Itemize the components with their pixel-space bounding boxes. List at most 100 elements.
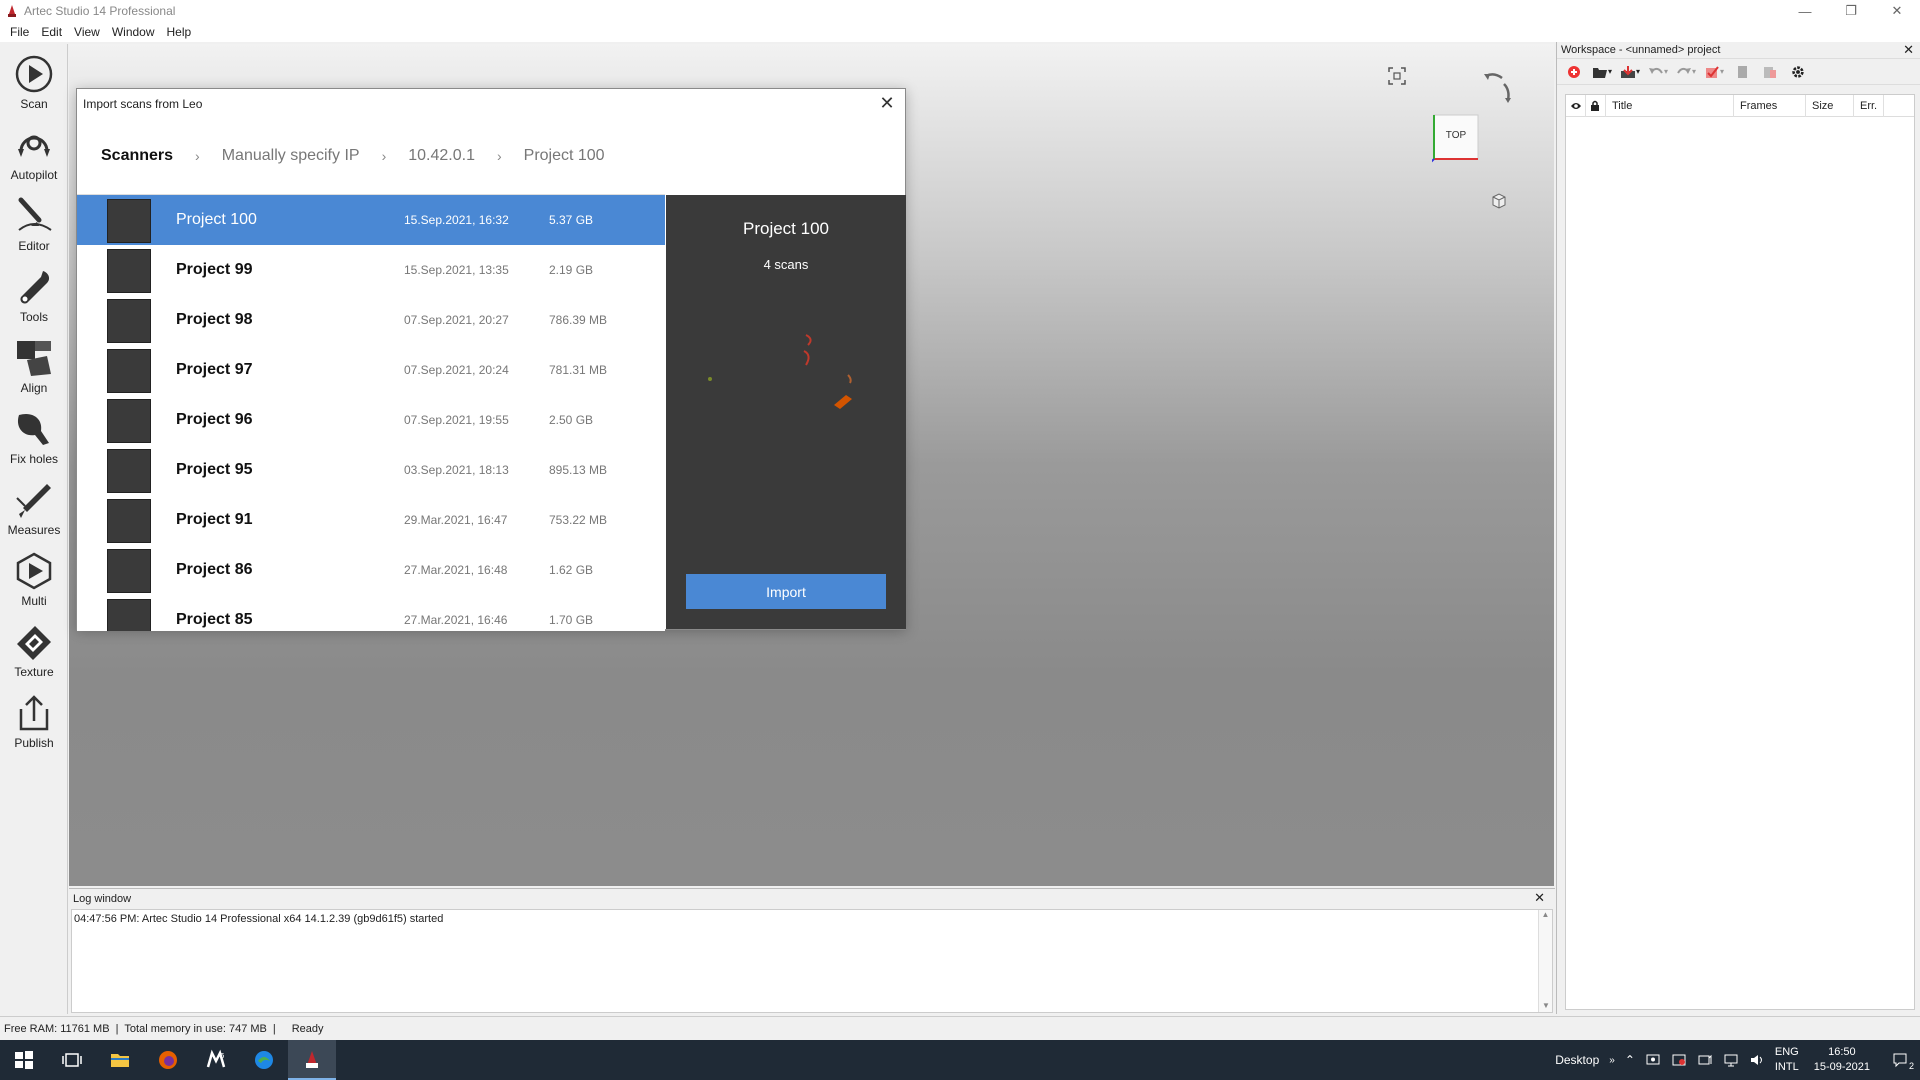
task-view-button[interactable] — [48, 1040, 96, 1080]
ready-status: Ready — [291, 1022, 324, 1035]
tool-texture[interactable]: Texture — [0, 612, 68, 683]
close-window-button[interactable]: ✕ — [1874, 0, 1920, 22]
artec-studio-icon — [306, 1051, 318, 1068]
select-button[interactable]: ▾ — [1703, 63, 1725, 81]
redo-button[interactable]: ▾ — [1675, 63, 1697, 81]
menu-file[interactable]: File — [4, 25, 35, 39]
import-scans-dialog: Import scans from Leo ✕ Scanners › Manua… — [76, 88, 906, 631]
breadcrumb-project[interactable]: Project 100 — [524, 147, 605, 165]
import-button[interactable]: ▾ — [1619, 63, 1641, 81]
scroll-up-icon[interactable]: ▲ — [1539, 910, 1552, 919]
error-column[interactable]: Err. — [1854, 94, 1884, 117]
tool-scan[interactable]: Scan — [0, 44, 68, 115]
autopilot-icon — [18, 135, 50, 157]
open-project-button[interactable]: ▾ — [1591, 63, 1613, 81]
project-row[interactable]: Project 98 07.Sep.2021, 20:27 786.39 MB — [77, 295, 665, 345]
tool-publish[interactable]: Publish — [0, 683, 68, 754]
log-content[interactable]: 04:47:56 PM: Artec Studio 14 Professiona… — [71, 909, 1553, 1013]
show-hidden-icons-icon[interactable]: ⌃ — [1620, 1053, 1640, 1067]
project-row[interactable]: Project 97 07.Sep.2021, 20:24 781.31 MB — [77, 345, 665, 395]
tool-fix-holes[interactable]: Fix holes — [0, 399, 68, 470]
fit-view-icon[interactable] — [1388, 67, 1406, 85]
import-button[interactable]: Import — [686, 574, 886, 609]
visibility-column[interactable] — [1566, 94, 1586, 117]
project-row-selected[interactable]: Project 100 15.Sep.2021, 16:32 5.37 GB — [77, 195, 665, 245]
view-cube[interactable]: TOP — [1429, 113, 1482, 164]
action-center-button[interactable]: 2 — [1880, 1052, 1920, 1071]
tray-app-icon-3[interactable] — [1692, 1052, 1718, 1068]
perspective-cube-icon[interactable] — [1489, 191, 1509, 211]
app-button-6[interactable]: 6 — [192, 1040, 240, 1080]
dialog-close-button[interactable]: ✕ — [877, 93, 897, 113]
scroll-down-icon[interactable]: ▼ — [1539, 1001, 1553, 1010]
volume-tray-button[interactable] — [1744, 1052, 1770, 1068]
project-date: 15.Sep.2021, 13:35 — [404, 263, 509, 277]
redo-icon — [1677, 67, 1691, 74]
breadcrumb-ip-address[interactable]: 10.42.0.1 — [408, 147, 475, 165]
menu-edit[interactable]: Edit — [35, 25, 68, 39]
project-date: 03.Sep.2021, 18:13 — [404, 463, 509, 477]
free-ram-status: Free RAM: 11761 MB — [4, 1022, 110, 1035]
project-row[interactable]: Project 96 07.Sep.2021, 19:55 2.50 GB — [77, 395, 665, 445]
preview-title: Project 100 — [743, 219, 829, 238]
app-6-icon: 6 — [206, 1049, 226, 1068]
project-size: 1.70 GB — [549, 613, 594, 627]
menu-view[interactable]: View — [68, 25, 106, 39]
project-date: 29.Mar.2021, 16:47 — [404, 513, 508, 527]
rotate-view-icon[interactable] — [1482, 70, 1516, 104]
monitor-tray-icon — [1646, 1054, 1660, 1065]
copy-button[interactable] — [1731, 63, 1753, 81]
file-explorer-button[interactable] — [96, 1040, 144, 1080]
log-scrollbar[interactable]: ▲ ▼ — [1538, 910, 1552, 1012]
menu-help[interactable]: Help — [161, 25, 198, 39]
tool-tools[interactable]: Tools — [0, 257, 68, 328]
project-size: 786.39 MB — [549, 313, 608, 327]
undo-button[interactable]: ▾ — [1647, 63, 1669, 81]
menu-bar: File Edit View Window Help — [0, 22, 1920, 42]
project-row[interactable]: Project 91 29.Mar.2021, 16:47 753.22 MB — [77, 495, 665, 545]
project-list[interactable]: Project 100 15.Sep.2021, 16:32 5.37 GB P… — [77, 195, 665, 631]
tool-align[interactable]: Align — [0, 328, 68, 399]
frames-column[interactable]: Frames — [1734, 94, 1806, 117]
tool-autopilot[interactable]: Autopilot — [0, 115, 68, 186]
size-column[interactable]: Size — [1806, 94, 1854, 117]
workspace-close-icon[interactable]: ✕ — [1903, 42, 1914, 58]
desktop-toolbar-label[interactable]: Desktop — [1550, 1053, 1604, 1067]
workspace-panel: Workspace - <unnamed> project ✕ ▾ ▾ ▾ ▾ … — [1556, 42, 1920, 1014]
windows-taskbar: 6 Desktop » ⌃ ENG INTL 16:50 15-09-2021 … — [0, 1040, 1920, 1080]
project-row[interactable]: Project 99 15.Sep.2021, 13:35 2.19 GB — [77, 245, 665, 295]
restore-button[interactable]: ❐ — [1828, 0, 1874, 22]
breadcrumb-manual-ip[interactable]: Manually specify IP — [222, 147, 360, 165]
project-name: Project 97 — [176, 361, 253, 378]
network-tray-icon-button[interactable] — [1718, 1052, 1744, 1068]
project-preview-panel: Project 100 4 scans Import — [666, 195, 906, 629]
project-thumbnail — [107, 549, 151, 593]
tray-app-icon-2[interactable] — [1666, 1052, 1692, 1068]
title-column[interactable]: Title — [1606, 94, 1734, 117]
minimize-button[interactable]: — — [1782, 0, 1828, 22]
gear-icon — [1792, 65, 1804, 78]
input-language-indicator[interactable]: ENG INTL — [1770, 1045, 1804, 1075]
delete-button[interactable] — [1759, 63, 1781, 81]
project-thumbnail — [107, 199, 151, 243]
start-button[interactable] — [0, 1040, 48, 1080]
settings-button[interactable] — [1787, 63, 1809, 81]
tool-measures[interactable]: Measures — [0, 470, 68, 541]
tool-editor[interactable]: Editor — [0, 186, 68, 257]
menu-window[interactable]: Window — [106, 25, 161, 39]
log-close-icon[interactable]: ✕ — [1534, 890, 1545, 906]
tray-app-icon-1[interactable] — [1640, 1052, 1666, 1068]
clock[interactable]: 16:50 15-09-2021 — [1804, 1045, 1880, 1075]
project-row[interactable]: Project 95 03.Sep.2021, 18:13 895.13 MB — [77, 445, 665, 495]
artec-studio-taskbar-button[interactable] — [288, 1040, 336, 1080]
new-project-button[interactable] — [1563, 63, 1585, 81]
project-name: Project 95 — [176, 461, 253, 478]
toolbar-overflow-icon[interactable]: » — [1604, 1055, 1620, 1066]
project-row[interactable]: Project 85 27.Mar.2021, 16:46 1.70 GB — [77, 595, 665, 631]
firefox-button[interactable] — [144, 1040, 192, 1080]
lock-column[interactable] — [1586, 94, 1606, 117]
breadcrumb-scanners[interactable]: Scanners — [101, 147, 173, 165]
project-row[interactable]: Project 86 27.Mar.2021, 16:48 1.62 GB — [77, 545, 665, 595]
tool-multi[interactable]: Multi — [0, 541, 68, 612]
edge-button[interactable] — [240, 1040, 288, 1080]
